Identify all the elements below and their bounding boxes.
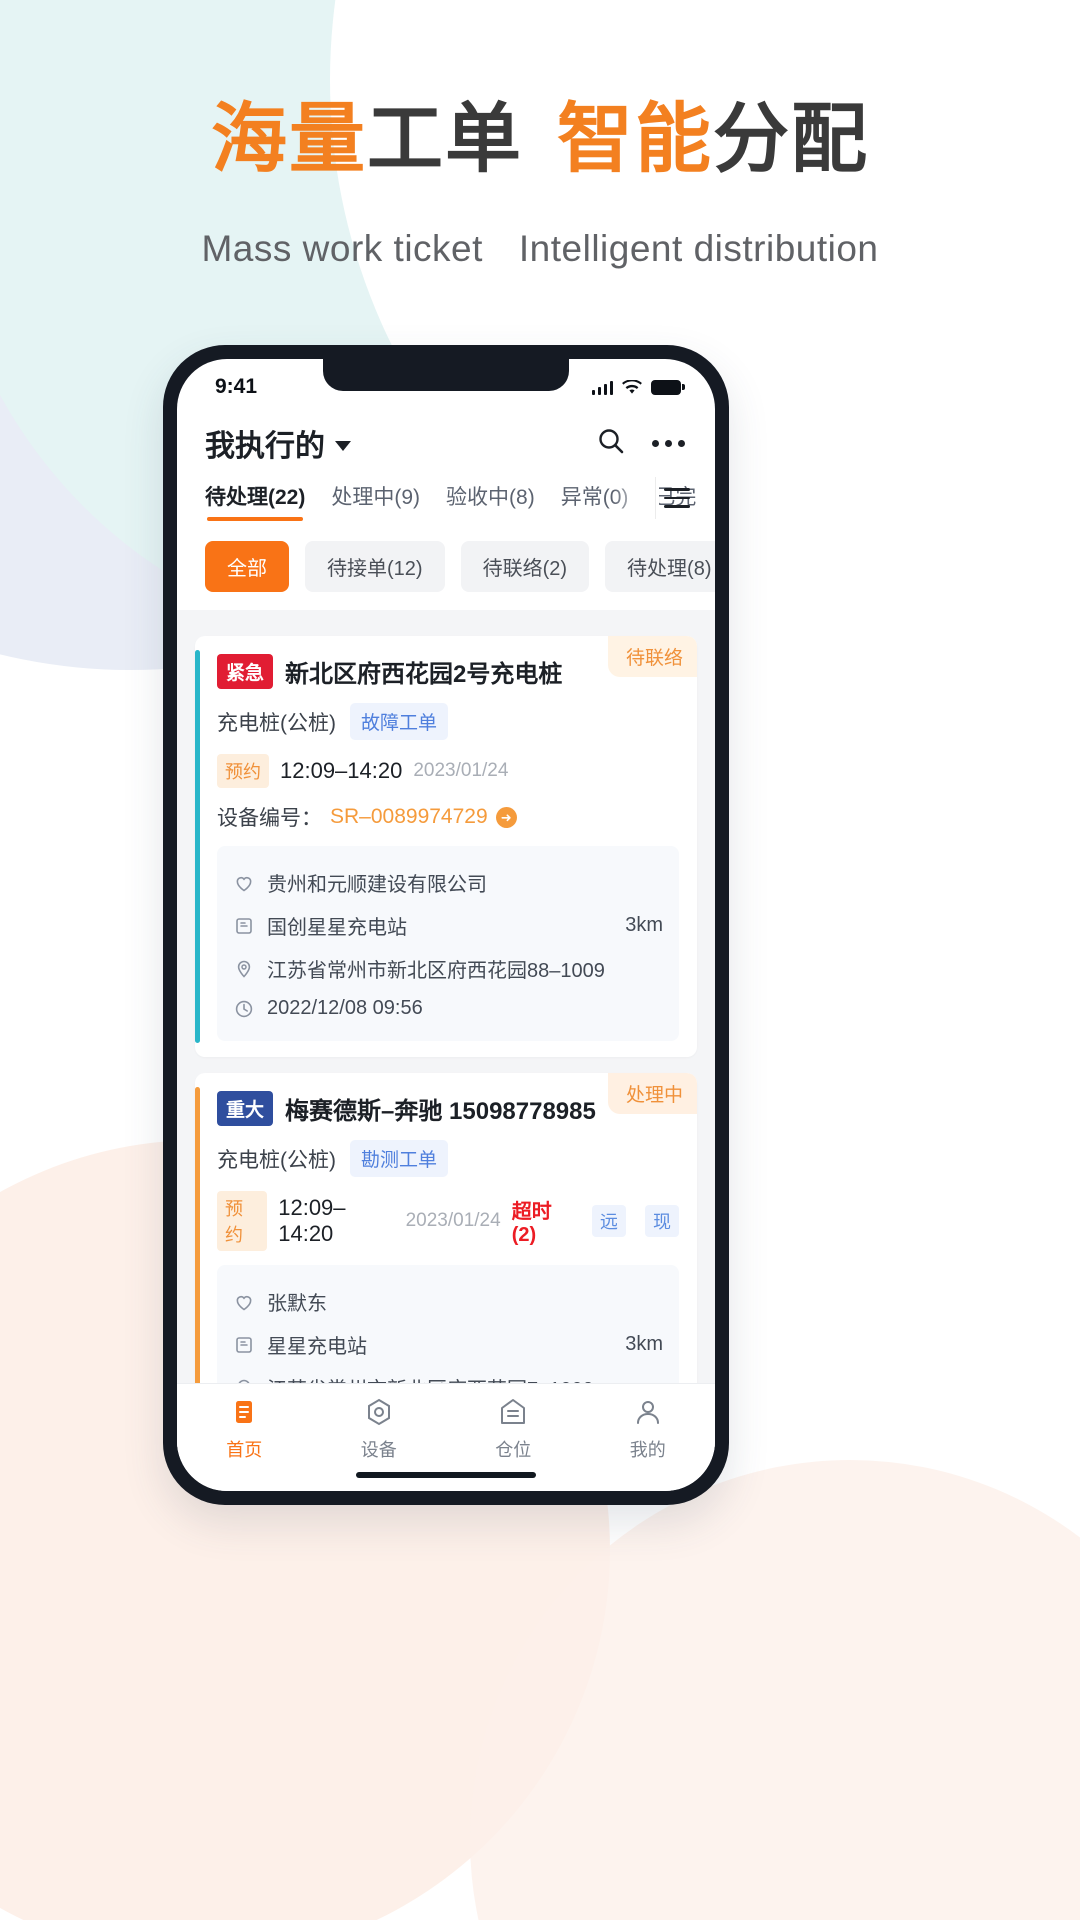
bottom-nav-home[interactable]: 首页 <box>177 1396 312 1462</box>
phone-mockup: 9:41 我执行的 待处理(22) 处理中(9) 验收中(8) 异常(0) 已完… <box>163 345 729 1505</box>
status-time: 9:41 <box>215 375 258 398</box>
status-badge: 处理中 <box>607 1073 697 1114</box>
chevron-down-icon <box>335 440 351 451</box>
distance: 3km <box>625 914 663 936</box>
time-range: 12:09–14:20 <box>278 1195 346 1246</box>
bottom-nav-label: 仓位 <box>495 1440 532 1460</box>
battery-icon <box>651 379 685 395</box>
filter-chips: 全部 待接单(12) 待联络(2) 待处理(8) <box>177 525 715 610</box>
headline-highlight-2: 智能 <box>557 97 713 182</box>
workorder-scope-selector[interactable]: 我执行的 <box>205 421 351 465</box>
search-icon[interactable] <box>596 426 626 461</box>
bottom-nav-warehouse[interactable]: 仓位 <box>446 1396 581 1462</box>
bottom-nav-label: 首页 <box>226 1440 263 1460</box>
bottom-nav: 首页 设备 仓位 我的 <box>177 1383 715 1491</box>
booking-date: 2023/01/24 <box>413 760 509 781</box>
workorder-list[interactable]: 待联络 紧急 新北区府西花园2号充电桩 充电桩(公桩) 故障工单 预约 12:0… <box>177 622 715 1476</box>
bottom-nav-label: 我的 <box>629 1440 666 1460</box>
headline-highlight-1: 海量 <box>211 97 367 182</box>
person-icon <box>632 1396 664 1428</box>
home-indicator <box>356 1472 536 1478</box>
app-header: 我执行的 <box>177 409 715 475</box>
more-horizontal-icon[interactable] <box>652 439 685 447</box>
address: 江苏省常州市新北区府西花园88–1009 <box>267 960 605 982</box>
tab-pending[interactable]: 待处理(22) <box>205 475 305 525</box>
list-divider <box>177 610 715 622</box>
chip-to-handle[interactable]: 待处理(8) <box>605 541 715 592</box>
time-range: 12:09–14:20 <box>280 758 403 783</box>
priority-badge: 紧急 <box>217 654 274 689</box>
company-name: 贵州和元顺建设有限公司 <box>267 874 487 896</box>
workorder-category: 充电桩(公桩) <box>217 1148 336 1172</box>
bottom-nav-device[interactable]: 设备 <box>312 1396 447 1462</box>
wifi-icon <box>622 379 642 395</box>
overtime-badge: 超时(2) <box>511 1201 552 1246</box>
bottom-nav-label: 设备 <box>360 1440 397 1460</box>
chip-all[interactable]: 全部 <box>205 541 289 592</box>
tab-label: 处理中(9) <box>331 486 421 509</box>
device-hex-icon <box>363 1396 395 1428</box>
table-row[interactable]: 待联络 紧急 新北区府西花园2号充电桩 充电桩(公桩) 故障工单 预约 12:0… <box>195 636 697 1057</box>
booking-tag: 预约 <box>217 1191 268 1251</box>
workorder-title: 梅赛德斯–奔驰 15098778985 <box>285 1098 596 1125</box>
info-box: 贵州和元顺建设有限公司 国创星星充电站 3km 江苏省常州市新北区府西花园88–… <box>217 846 679 1041</box>
priority-badge: 重大 <box>217 1091 274 1126</box>
headline-dark-2: 分配 <box>713 97 869 182</box>
device-id: SR–0089974729 <box>330 805 488 828</box>
status-tabs: 待处理(22) 处理中(9) 验收中(8) 异常(0) 已完 <box>177 475 715 525</box>
phone-screen: 9:41 我执行的 待处理(22) 处理中(9) 验收中(8) 异常(0) 已完… <box>177 359 715 1491</box>
station-name: 国创星星充电站 <box>267 917 407 939</box>
chip-to-contact[interactable]: 待联络(2) <box>460 541 590 592</box>
hamburger-menu-icon[interactable] <box>655 477 699 519</box>
headline-dark-1: 工单 <box>367 97 523 182</box>
hero-subtitle: Mass work ticket Intelligent distribution <box>0 228 1080 270</box>
clock-icon <box>233 998 255 1020</box>
station-name: 星星充电站 <box>267 1336 367 1358</box>
warehouse-icon <box>497 1396 529 1428</box>
tab-label: 验收中(8) <box>446 486 535 509</box>
chip-label: 全部 <box>227 558 267 580</box>
workorder-type-tag: 故障工单 <box>350 703 449 740</box>
tab-acceptance[interactable]: 验收中(8) <box>446 475 535 525</box>
station-icon <box>233 915 255 937</box>
chip-to-accept[interactable]: 待接单(12) <box>305 541 445 592</box>
tab-processing[interactable]: 处理中(9) <box>331 475 420 525</box>
signal-bars-icon <box>591 380 613 395</box>
remote-tag: 远 <box>592 1205 626 1237</box>
onsite-tag: 现 <box>645 1205 679 1237</box>
device-row[interactable]: 设备编号： SR–0089974729 ➜ <box>217 802 679 832</box>
chip-label: 待联络(2) <box>482 558 568 580</box>
status-bar: 9:41 <box>177 359 715 409</box>
tabs-fade-overlay <box>613 475 659 519</box>
station-icon <box>233 1334 255 1356</box>
workorder-category: 充电桩(公桩) <box>217 711 336 735</box>
booking-date: 2023/01/24 <box>405 1210 501 1231</box>
company-name: 张默东 <box>267 1293 327 1315</box>
booking-tag: 预约 <box>217 754 269 788</box>
device-label: 设备编号： <box>217 807 322 830</box>
heart-icon <box>233 1291 255 1313</box>
heart-icon <box>233 872 255 894</box>
distance: 3km <box>625 1333 663 1355</box>
subtitle-right: Intelligent distribution <box>518 228 879 269</box>
status-badge: 待联络 <box>607 636 697 677</box>
workorder-title: 新北区府西花园2号充电桩 <box>285 661 563 688</box>
home-doc-icon <box>228 1396 260 1428</box>
timestamp: 2022/12/08 09:56 <box>267 997 423 1019</box>
location-pin-icon <box>233 958 255 980</box>
tab-label: 待处理(22) <box>205 486 306 509</box>
workorder-type-tag: 勘测工单 <box>350 1140 449 1177</box>
chip-label: 待处理(8) <box>627 558 712 580</box>
hero-headline: 海量工单 智能分配 <box>0 96 1080 183</box>
chip-label: 待接单(12) <box>327 558 423 580</box>
page-title: 我执行的 <box>205 430 325 463</box>
arrow-right-icon[interactable]: ➜ <box>495 806 517 828</box>
subtitle-left: Mass work ticket <box>201 228 483 269</box>
bottom-nav-profile[interactable]: 我的 <box>581 1396 716 1462</box>
